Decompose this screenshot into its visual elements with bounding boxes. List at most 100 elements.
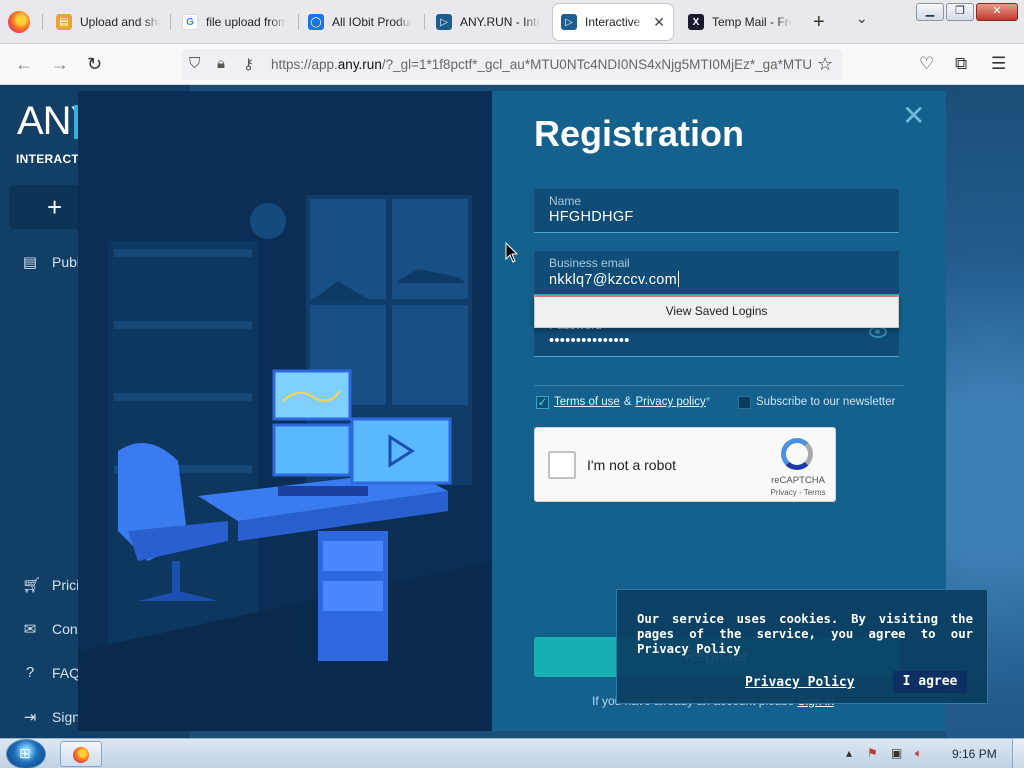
privacy-policy-link[interactable]: Privacy policy	[636, 396, 706, 408]
sidebar-item-label: Sign	[52, 709, 81, 725]
browser-nav-bar: ← → ↻ ⛉ 🔒︎ ⚷ https://app.any.run/?_gl=1*…	[0, 44, 1024, 85]
tab-title: file upload from	[206, 15, 286, 29]
tray-expand-icon[interactable]: ▴	[846, 746, 852, 760]
terms-of-use-link[interactable]: Terms of use	[554, 396, 620, 408]
sign-in-icon: ⇥	[23, 709, 37, 726]
recaptcha-checkbox[interactable]	[548, 451, 576, 479]
windows-logo-icon: ⊞	[19, 745, 31, 761]
tab-google[interactable]: G file upload from	[174, 4, 294, 40]
registration-title: Registration	[534, 113, 745, 154]
tab-iobit[interactable]: ◯ All IObit Produc	[300, 4, 420, 40]
tab-upload[interactable]: ▤ Upload and sha	[48, 4, 168, 40]
ampersand: &	[623, 396, 632, 408]
question-icon: ?	[25, 664, 35, 681]
sidebar-item-signin[interactable]: ⇥ Sign	[22, 708, 80, 726]
sidebar-item-label: FAQ	[52, 664, 81, 681]
email-text: nkklq7@kzccv.com	[549, 272, 678, 288]
window-controls: ▁ ❐ ✕	[916, 3, 1018, 21]
tab-title: ANY.RUN - Inte	[460, 15, 540, 29]
recaptcha-links[interactable]: Privacy - Terms	[765, 488, 831, 497]
tab-close-icon[interactable]: ✕	[653, 14, 665, 31]
action-center-flag-icon[interactable]: ⚑	[867, 746, 878, 760]
recaptcha-logo-icon	[781, 438, 813, 470]
volume-muted-icon[interactable]: 🔈︎	[915, 746, 922, 761]
tab-title: Temp Mail - Fre	[712, 15, 792, 29]
restore-icon[interactable]: ❐	[946, 3, 974, 21]
plus-icon: +	[47, 192, 63, 222]
mail-icon: ✉	[23, 621, 37, 638]
firefox-icon	[73, 747, 89, 763]
lock-icon[interactable]: 🔒︎	[217, 55, 225, 72]
terms-text: Terms of use & Privacy policy*	[554, 396, 710, 408]
anyrun-favicon-icon: ▷	[561, 14, 577, 30]
google-favicon-icon: G	[182, 14, 198, 30]
page-content: ANY INTERACTIVE + ▤ Publ 🛒︎ Prici ✉ Cont…	[0, 85, 1024, 738]
tab-separator	[298, 14, 299, 30]
document-icon: ▤	[22, 254, 38, 271]
window-close-icon[interactable]: ✕	[976, 3, 1018, 21]
required-mark: *	[705, 396, 711, 408]
minimize-icon[interactable]: ▁	[916, 3, 944, 21]
name-field[interactable]: Name HFGHDHGF	[534, 189, 899, 233]
tab-title: All IObit Produc	[332, 15, 412, 29]
sidebar-item-pricing[interactable]: 🛒︎ Prici	[22, 576, 79, 594]
name-value: HFGHDHGF	[549, 209, 634, 225]
windows-taskbar: ⊞ ▴ ⚑ ▣ 🔈︎ 9:16 PM	[0, 738, 1024, 768]
shield-icon[interactable]: ⛉	[189, 55, 200, 72]
key-icon[interactable]: ⚷	[243, 55, 254, 73]
pocket-icon[interactable]: ♡	[919, 54, 934, 74]
tab-title: Upload and sha	[80, 15, 160, 29]
i-agree-button[interactable]: I agree	[893, 671, 967, 693]
registration-illustration	[78, 91, 492, 731]
terms-checkbox[interactable]: ✓	[536, 396, 549, 409]
extensions-icon[interactable]: ⧉	[955, 54, 967, 74]
email-value: nkklq7@kzccv.com	[549, 271, 680, 288]
network-icon[interactable]: ▣	[891, 746, 902, 760]
url-bar[interactable]: ⛉ 🔒︎ ⚷ https://app.any.run/?_gl=1*1f8pct…	[182, 49, 842, 80]
newsletter-checkbox[interactable]	[738, 396, 751, 409]
cart-icon: 🛒︎	[22, 577, 42, 594]
tab-separator	[424, 14, 425, 30]
recaptcha-widget: I'm not a robot reCAPTCHA Privacy - Term…	[534, 427, 836, 502]
tab-separator	[42, 14, 43, 30]
taskbar-firefox-button[interactable]	[60, 741, 102, 767]
view-saved-logins-popup[interactable]: View Saved Logins	[534, 295, 899, 328]
reload-icon[interactable]: ↻	[87, 54, 102, 75]
cookie-message: Our service uses cookies. By visiting th…	[637, 612, 973, 656]
password-value: •••••••••••••••	[549, 333, 630, 349]
workspace-illustration	[78, 91, 492, 731]
hamburger-menu-icon[interactable]: ☰	[991, 54, 1006, 74]
tab-title: Interactive O	[585, 15, 645, 29]
text-caret	[678, 271, 680, 287]
tab-interactive-active[interactable]: ▷ Interactive O ✕	[553, 4, 673, 40]
sidebar-item-public[interactable]: ▤ Publ	[22, 253, 80, 271]
upload-favicon-icon: ▤	[56, 14, 72, 30]
cookie-privacy-policy-link[interactable]: Privacy Policy	[745, 675, 855, 690]
tempmail-favicon-icon: X	[688, 14, 704, 30]
anyrun-favicon-icon: ▷	[436, 14, 452, 30]
sidebar-item-label: Publ	[52, 254, 81, 270]
email-field[interactable]: Business email nkklq7@kzccv.com	[534, 251, 899, 295]
taskbar-clock[interactable]: 9:16 PM	[952, 747, 997, 761]
bookmark-star-icon[interactable]: ☆	[817, 54, 833, 75]
cookie-banner: Our service uses cookies. By visiting th…	[616, 589, 988, 704]
sidebar-item-faq[interactable]: ? FAQ	[22, 664, 80, 681]
sidebar-item-contact[interactable]: ✉ Cont	[22, 620, 82, 638]
new-tab-icon[interactable]: +	[813, 11, 825, 34]
forward-arrow-icon[interactable]: →	[51, 54, 69, 75]
name-label: Name	[549, 194, 582, 208]
iobit-favicon-icon: ◯	[308, 14, 324, 30]
modal-close-icon[interactable]: ✕	[902, 99, 925, 132]
tab-tempmail[interactable]: X Temp Mail - Fre	[680, 4, 800, 40]
firefox-menu-icon[interactable]	[8, 11, 30, 33]
start-button[interactable]: ⊞	[6, 739, 46, 768]
tab-anyrun[interactable]: ▷ ANY.RUN - Inte	[428, 4, 548, 40]
show-desktop-button[interactable]	[1012, 739, 1024, 768]
mouse-cursor-icon	[505, 242, 519, 263]
form-divider	[534, 385, 904, 386]
url-text[interactable]: https://app.any.run/?_gl=1*1f8pctf*_gcl_…	[271, 57, 811, 72]
newsletter-label: Subscribe to our newsletter	[756, 396, 896, 408]
recaptcha-label: I'm not a robot	[587, 457, 677, 473]
list-tabs-chevron-icon[interactable]: ⌄	[856, 10, 868, 27]
back-arrow-icon[interactable]: ←	[15, 54, 33, 75]
